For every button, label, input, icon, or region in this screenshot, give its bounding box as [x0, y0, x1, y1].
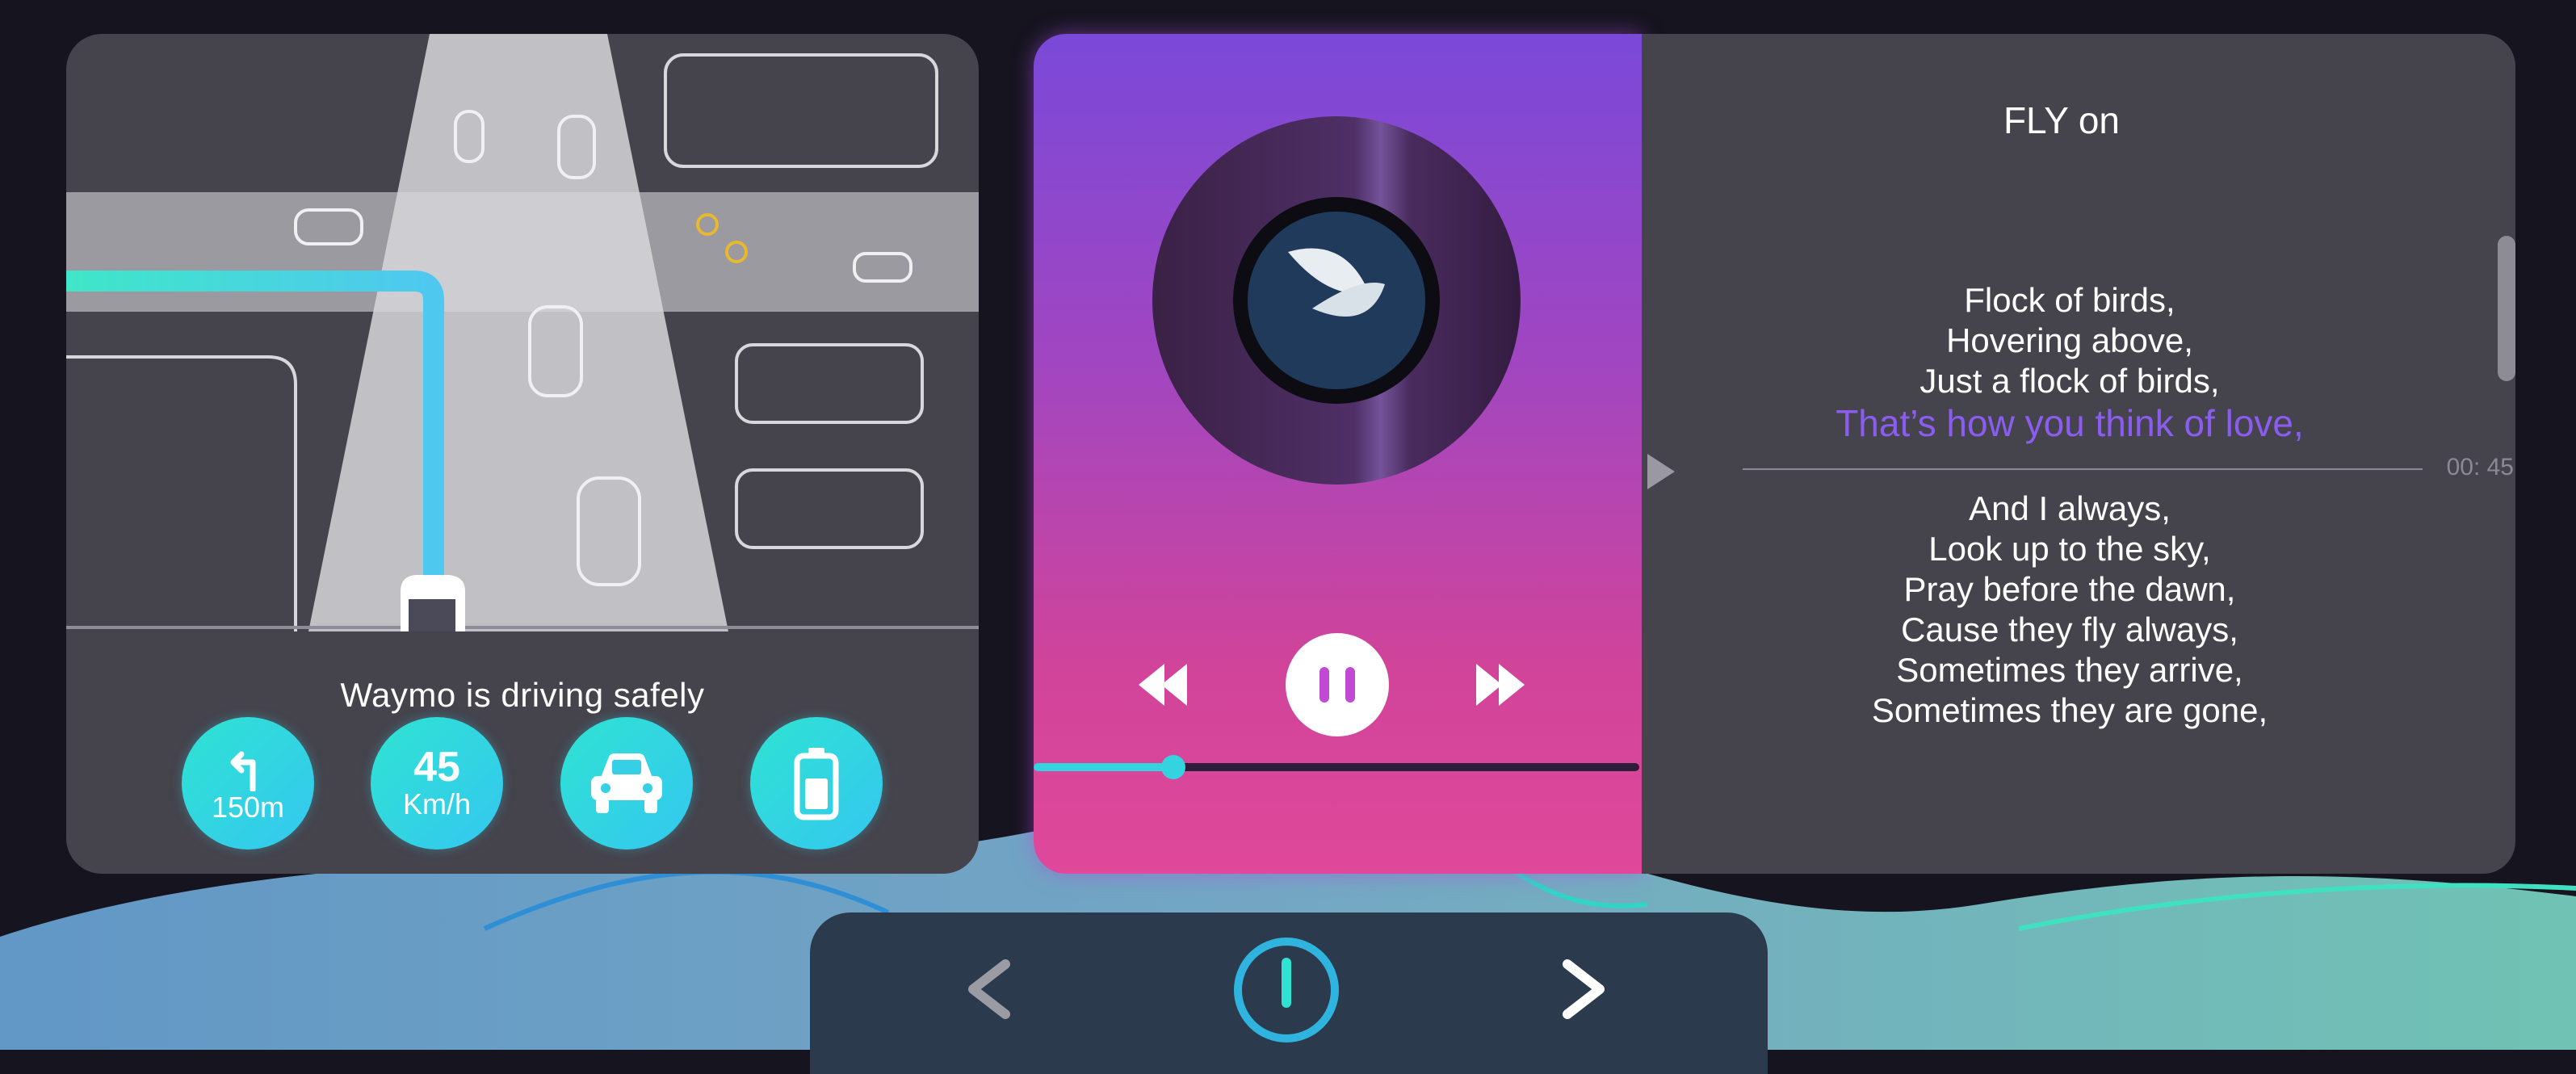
rewind-button[interactable] [1139, 664, 1187, 706]
current-lyric-line: That’s how you think of love, [1836, 402, 2304, 444]
turn-direction-button[interactable]: 150m [182, 717, 314, 850]
forward-button[interactable] [1545, 953, 1617, 1026]
progress-fill [1034, 763, 1173, 771]
lyrics-card: FLY on Flock of birds, Hovering above, J… [1642, 34, 2515, 874]
power-button[interactable] [1230, 933, 1343, 1047]
lyric-line: And I always, [1969, 489, 2171, 527]
power-icon [1234, 938, 1339, 1043]
speed-value: 45 [413, 744, 460, 791]
turn-distance: 150m [211, 791, 285, 824]
lyric-line: Just a flock of birds, [1919, 362, 2220, 400]
progress-handle[interactable] [1161, 755, 1185, 779]
lyrics-scrollbar[interactable] [2498, 236, 2515, 381]
back-button[interactable] [955, 953, 1028, 1026]
lyric-line: Cause they fly always, [1901, 610, 2238, 648]
chevron-right-icon [1563, 959, 1605, 1019]
vehicle-button[interactable] [560, 717, 693, 850]
album-disc[interactable] [1151, 115, 1522, 486]
bottom-control-bar [810, 912, 1768, 1074]
vehicle-marker-icon [401, 575, 465, 631]
playback-controls [1139, 633, 1525, 736]
rewind-icon [1139, 664, 1187, 706]
music-player-card [1034, 34, 1642, 874]
map-view [66, 34, 979, 631]
lyric-timestamp: 00: 45 [2446, 454, 2514, 480]
fast-forward-icon [1476, 664, 1525, 706]
battery-icon [794, 748, 839, 820]
lyric-line: Look up to the sky, [1928, 530, 2211, 568]
lyric-timeline-divider [1743, 468, 2423, 470]
turn-left-arrow-icon [230, 751, 256, 791]
chevron-left-icon [968, 959, 1010, 1019]
speed-button[interactable]: 45 Km/h [371, 717, 503, 850]
lyric-line: Pray before the dawn, [1903, 570, 2236, 608]
pause-button[interactable] [1286, 633, 1389, 736]
lyric-line: Hovering above, [1946, 321, 2193, 359]
lyric-line: Flock of birds, [1964, 281, 2175, 319]
fast-forward-button[interactable] [1476, 664, 1525, 706]
lyric-line: Sometimes they arrive, [1896, 651, 2243, 689]
battery-button[interactable] [750, 717, 883, 850]
speed-unit: Km/h [402, 787, 472, 820]
lyric-line: Sometimes they are gone, [1871, 691, 2268, 729]
song-title: FLY on [2003, 99, 2121, 141]
navigation-card: Waymo is driving safely 150m 45 Km/h [66, 34, 979, 874]
car-icon [591, 753, 662, 813]
play-position-pointer-icon [1647, 454, 1675, 489]
driving-status-text: Waymo is driving safely [340, 676, 705, 714]
